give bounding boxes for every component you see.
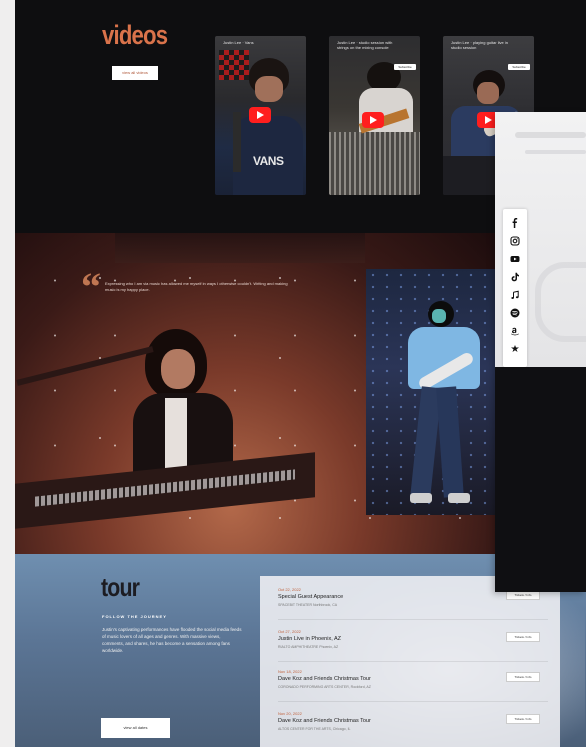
amazon-icon[interactable]: [507, 323, 523, 339]
tickets-info-button[interactable]: Tickets / Info: [506, 672, 540, 682]
stage-rig: [115, 233, 365, 263]
event-date: Nov 18, 2022: [278, 669, 302, 674]
facebook-icon[interactable]: [507, 215, 523, 231]
tiktok-icon[interactable]: [507, 269, 523, 285]
video-title: Justin Lee · Vans: [223, 40, 254, 45]
tickets-info-button[interactable]: Tickets / Info: [506, 632, 540, 642]
event-date: Nov 20, 2022: [278, 711, 302, 716]
tour-description: Justin's captivating performances have f…: [102, 627, 242, 653]
event-venue: SPACEBIT THEATER Northbrook, CA: [278, 603, 338, 607]
event-name: Dave Koz and Friends Christmas Tour: [278, 676, 371, 682]
youtube-play-icon[interactable]: [362, 112, 384, 128]
tour-heading: tour: [101, 572, 140, 602]
subscribe-button[interactable]: Subscribe: [508, 64, 530, 70]
quote-section: “ Expressing who I am via music has allo…: [15, 233, 495, 554]
social-links-bar: [503, 209, 527, 367]
videos-heading: videos: [102, 20, 168, 50]
preview-bar: [515, 132, 586, 138]
video-card-2[interactable]: Justin Lee · studio session with strings…: [329, 36, 420, 195]
tour-subheading: FOLLOW THE JOURNEY: [102, 614, 167, 619]
instagram-icon[interactable]: [507, 233, 523, 249]
tour-event-row: Oct 27, 2022 Justin Live in Phoenix, AZ …: [278, 624, 548, 662]
preview-bar: [525, 150, 586, 154]
event-name: Dave Koz and Friends Christmas Tour: [278, 718, 371, 724]
event-venue: CORONADO PERFORMING ARTS CENTER, Rockfor…: [278, 685, 371, 689]
subscribe-button[interactable]: Subscribe: [394, 64, 416, 70]
youtube-icon[interactable]: [507, 251, 523, 267]
guitarist-photo: [366, 269, 495, 515]
quote-text: Expressing who I am via music has allowe…: [105, 281, 288, 292]
spotify-icon[interactable]: [507, 305, 523, 321]
event-date: Oct 22, 2022: [278, 587, 301, 592]
event-venue: ALTOS CENTER FOR THE ARTS, Chicago, IL: [278, 727, 351, 731]
streaming-icon[interactable]: [507, 341, 523, 357]
video-title: Justin Lee · playing guitar live in stud…: [451, 40, 508, 50]
youtube-play-icon[interactable]: [249, 107, 271, 123]
page: videos view all videos VANS Justin Lee ·…: [0, 0, 586, 747]
event-date: Oct 27, 2022: [278, 629, 301, 634]
view-all-dates-button[interactable]: view all dates: [101, 718, 170, 738]
tour-event-row: Nov 18, 2022 Dave Koz and Friends Christ…: [278, 664, 548, 702]
apple-music-icon[interactable]: [507, 287, 523, 303]
video-card-1[interactable]: VANS Justin Lee · Vans: [215, 36, 306, 195]
event-name: Justin Live in Phoenix, AZ: [278, 636, 341, 642]
preview-graphic: [535, 262, 586, 342]
view-all-videos-button[interactable]: view all videos: [112, 66, 158, 80]
video-title: Justin Lee · studio session with strings…: [337, 40, 393, 50]
quote-mark: “: [81, 264, 101, 309]
event-name: Special Guest Appearance: [278, 594, 344, 600]
preview-dark-area: [495, 367, 586, 592]
event-venue: RIALTO AMPHITHEATRE Phoenix, AZ: [278, 645, 339, 649]
tickets-info-button[interactable]: Tickets / Info: [506, 714, 540, 724]
tour-event-row: Nov 20, 2022 Dave Koz and Friends Christ…: [278, 706, 548, 744]
tour-dates-list: Oct 22, 2022 Special Guest Appearance SP…: [260, 576, 560, 747]
